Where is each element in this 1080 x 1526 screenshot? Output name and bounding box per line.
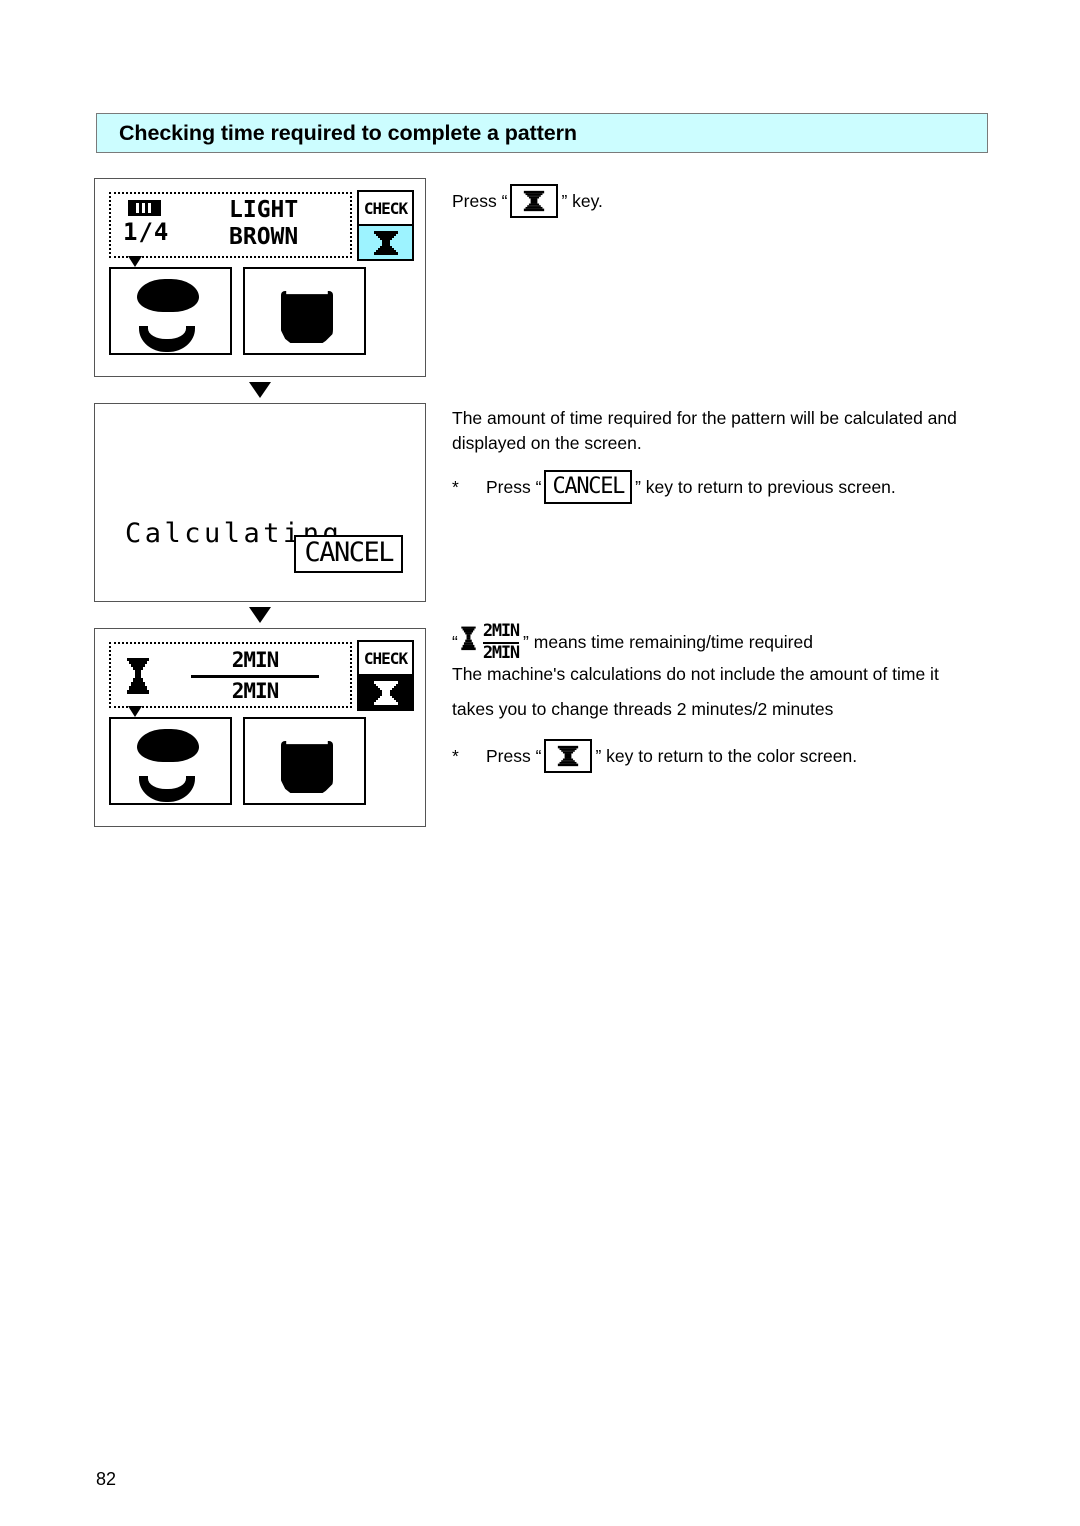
- color-name-line2: BROWN: [229, 224, 299, 251]
- pattern-shape-current: [281, 741, 333, 793]
- lcd-screen-time: 2MIN 2MIN CHECK: [94, 628, 426, 827]
- screen1-key-column: CHECK: [357, 190, 414, 261]
- lcd-screen-color: 1/4 LIGHT BROWN CHECK: [94, 178, 426, 377]
- down-triangle-icon: [249, 382, 271, 398]
- instruction-return-color-screen: * Press “ ” key to return to the color s…: [452, 739, 992, 773]
- time-required-value: 2MIN: [231, 678, 280, 703]
- hourglass-icon: [373, 680, 398, 705]
- color-note-after: ” key to return to the color screen.: [595, 745, 858, 766]
- pattern-preview-current-color: [243, 267, 366, 355]
- color-name-label: LIGHT BROWN: [229, 197, 298, 251]
- lcd-screen-calculating: Calculating. Please wait. CANCEL: [94, 403, 426, 664]
- pattern-shape-current: [281, 291, 333, 343]
- pattern-thumbnails: [109, 267, 366, 355]
- hourglass-icon: [524, 190, 545, 212]
- instruction-cancel-note: * Press “ CANCEL ” key to return to prev…: [452, 470, 992, 504]
- color-info-callout: 1/4 LIGHT BROWN: [109, 192, 352, 267]
- pattern-preview-full: [109, 717, 232, 805]
- fraction-bar: [191, 674, 319, 678]
- bullet-star: *: [452, 476, 459, 497]
- section-header-banner: Checking time required to complete a pat…: [96, 113, 988, 153]
- time-fraction-inline: 2MIN 2MIN: [460, 621, 520, 664]
- pattern-preview-current-color: [243, 717, 366, 805]
- page-number: 82: [96, 1469, 117, 1489]
- inline-time-remaining: 2MIN: [482, 621, 520, 641]
- time-fraction: 2MIN 2MIN: [125, 648, 340, 706]
- flow-arrow-1: [94, 377, 426, 403]
- cancel-note-before: Press “: [486, 476, 542, 497]
- pattern-thumbnails: [109, 717, 366, 805]
- check-key[interactable]: CHECK: [357, 190, 414, 226]
- instruction-press-hourglass: Press “ ” key.: [452, 184, 992, 218]
- screen3-key-column: CHECK: [357, 640, 414, 711]
- instruction-machine-note-line1: The machine's calculations do not includ…: [452, 664, 939, 684]
- instruction-machine-note-line2: takes you to change threads 2 minutes/2 …: [452, 699, 834, 719]
- color-name-line1: LIGHT: [229, 197, 299, 223]
- hourglass-key[interactable]: [357, 676, 414, 711]
- check-key[interactable]: CHECK: [357, 640, 414, 676]
- bullet-star: *: [452, 745, 459, 766]
- pattern-shape-top: [137, 729, 199, 762]
- pattern-shape-top: [137, 279, 199, 312]
- instruction-means-note: “ 2MIN 2MIN ” means time remaining/time …: [452, 621, 997, 664]
- color-count-label: 1/4: [123, 218, 170, 246]
- pattern-shape-bottom: [139, 326, 195, 352]
- cancel-key[interactable]: CANCEL: [294, 534, 403, 573]
- hourglass-key-inline[interactable]: [510, 184, 559, 218]
- time-fraction-values: 2MIN 2MIN: [185, 648, 325, 704]
- cancel-key-inline[interactable]: CANCEL: [544, 470, 633, 504]
- inline-time-required: 2MIN: [482, 643, 520, 664]
- hourglass-icon: [125, 657, 151, 702]
- press-key-after: ” key.: [561, 190, 603, 211]
- time-info-callout: 2MIN 2MIN: [109, 642, 352, 717]
- hourglass-icon: [460, 625, 477, 660]
- pattern-preview-full: [109, 267, 232, 355]
- thread-spool-icon: [128, 200, 161, 216]
- page-title: Checking time required to complete a pat…: [119, 120, 577, 145]
- time-remaining-value: 2MIN: [231, 648, 280, 672]
- instruction-amount-of-time: The amount of time required for the patt…: [452, 408, 957, 453]
- color-note-before: Press “: [486, 745, 542, 766]
- press-key-before: Press “: [452, 190, 508, 211]
- cancel-note-after: ” key to return to previous screen.: [635, 476, 896, 497]
- hourglass-key-inline[interactable]: [544, 739, 593, 773]
- means-text: means time remaining/time required: [533, 632, 813, 653]
- pattern-shape-bottom: [139, 776, 195, 802]
- hourglass-icon: [373, 230, 398, 255]
- illustration-column: 1/4 LIGHT BROWN CHECK Calculating. CANCE…: [94, 178, 426, 827]
- open-quote: “: [452, 632, 458, 653]
- close-quote: ”: [522, 632, 529, 653]
- hourglass-key[interactable]: [357, 226, 414, 261]
- hourglass-icon: [558, 745, 579, 767]
